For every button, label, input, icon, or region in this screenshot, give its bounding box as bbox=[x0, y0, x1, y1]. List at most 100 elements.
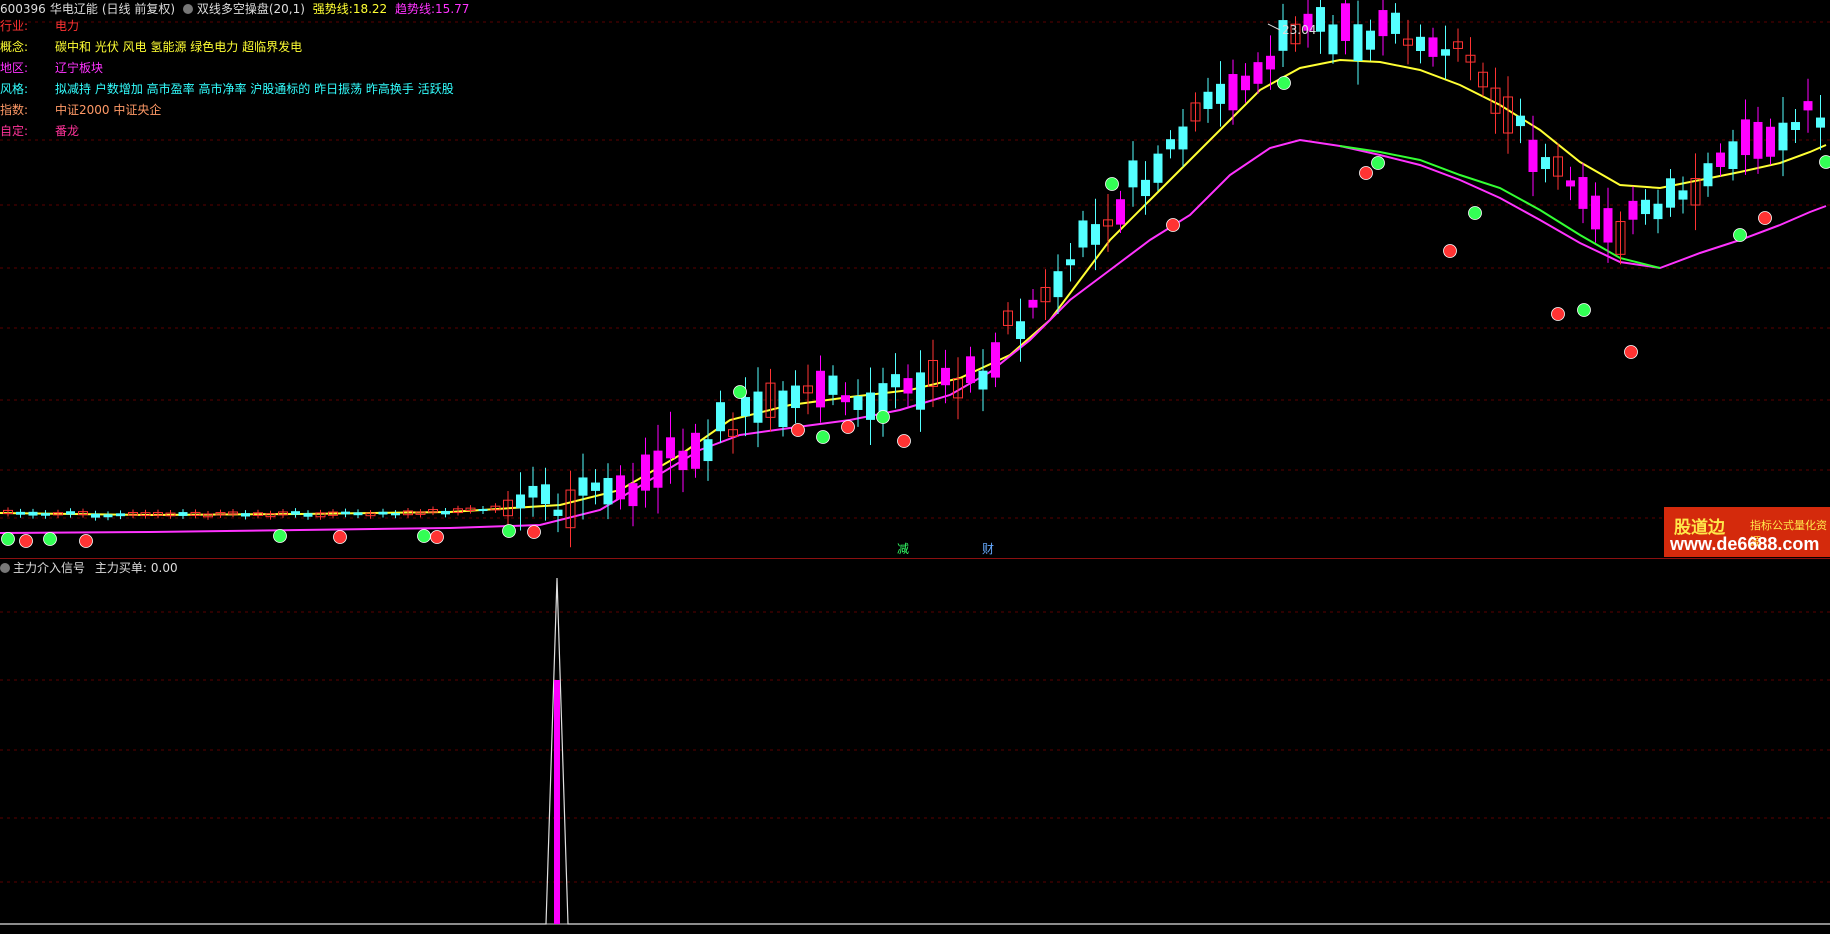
candlestick bbox=[341, 508, 350, 518]
candlestick bbox=[1190, 92, 1201, 132]
candlestick bbox=[616, 465, 625, 510]
candle-body bbox=[1666, 178, 1675, 208]
candle-body bbox=[616, 475, 625, 500]
indicator-toggle-icon[interactable] bbox=[182, 4, 193, 14]
candlestick bbox=[1791, 109, 1800, 144]
candle-body bbox=[1653, 203, 1663, 220]
peak-pointer bbox=[1267, 23, 1281, 31]
candle-body bbox=[866, 392, 875, 420]
event-marker: 财 bbox=[982, 542, 994, 556]
bull-signal-icon bbox=[19, 534, 33, 548]
candle-body bbox=[1091, 224, 1100, 245]
sub-indicator-toggle-icon[interactable] bbox=[0, 563, 10, 573]
moving-average-lines bbox=[0, 58, 1827, 534]
info-row: 地区: 辽宁板块 bbox=[0, 58, 103, 78]
candle-body bbox=[1253, 62, 1263, 84]
candle-body bbox=[853, 396, 863, 410]
candlestick bbox=[666, 411, 675, 484]
bear-signal-icon bbox=[417, 529, 431, 543]
candle-body bbox=[541, 484, 550, 505]
stock-code[interactable]: 600396 bbox=[0, 2, 46, 16]
signal-dot bbox=[1, 532, 15, 546]
main-price-chart[interactable]: 23.04 减 财 bbox=[0, 0, 1830, 934]
candle-body bbox=[16, 511, 25, 515]
candle-body bbox=[1716, 152, 1725, 168]
candlestick bbox=[1741, 99, 1750, 175]
candle-body bbox=[691, 432, 700, 469]
indicator-name[interactable]: 双线多空操盘(20,1) bbox=[197, 2, 305, 16]
candlestick bbox=[553, 493, 563, 533]
candle-body bbox=[103, 514, 113, 518]
candle-body bbox=[828, 375, 838, 395]
candlestick bbox=[1628, 186, 1638, 235]
stock-name[interactable]: 华电辽能 bbox=[50, 2, 98, 16]
signal-dot bbox=[1819, 155, 1830, 169]
info-row: 指数: 中证2000 中证央企 bbox=[0, 100, 161, 120]
sub-indicator-plot bbox=[0, 577, 1830, 925]
candlestick bbox=[28, 508, 38, 519]
info-row-label: 概念: bbox=[0, 40, 29, 54]
signal-dot bbox=[79, 534, 93, 548]
period-info: (日线 前复权) bbox=[101, 2, 176, 16]
candlestick bbox=[653, 424, 663, 514]
candle-body bbox=[1353, 24, 1363, 62]
signal-markers bbox=[1, 76, 1830, 548]
candle-body bbox=[28, 511, 38, 516]
candle-body bbox=[291, 511, 300, 515]
candle-body bbox=[1203, 91, 1213, 109]
signal-dot bbox=[816, 430, 830, 444]
candle-body bbox=[591, 482, 600, 491]
info-row-value[interactable]: 电力 bbox=[55, 19, 79, 33]
candle-body bbox=[1028, 299, 1038, 308]
signal-dot bbox=[19, 534, 33, 548]
candlestick bbox=[1366, 19, 1375, 61]
panel-divider[interactable] bbox=[0, 558, 1830, 559]
candlestick bbox=[1153, 145, 1163, 192]
sub-panel-title[interactable]: 主力介入信号 bbox=[13, 561, 85, 575]
candle-body bbox=[1366, 30, 1375, 50]
candle-body bbox=[1728, 141, 1738, 169]
info-row-value[interactable]: 辽宁板块 bbox=[55, 61, 103, 75]
info-row-value[interactable]: 碳中和 光伏 风电 氢能源 绿色电力 超临界发电 bbox=[55, 40, 302, 54]
candle-body bbox=[753, 391, 763, 423]
candlestick bbox=[1416, 24, 1425, 64]
candlestick bbox=[1391, 3, 1400, 44]
candlestick bbox=[978, 349, 988, 412]
candle-body bbox=[1266, 55, 1275, 70]
signal-dot bbox=[1359, 166, 1373, 180]
candle-body bbox=[1528, 139, 1538, 172]
info-row: 概念: 碳中和 光伏 风电 氢能源 绿色电力 超临界发电 bbox=[0, 37, 302, 57]
candle-body bbox=[378, 511, 388, 515]
candlestick bbox=[1066, 243, 1075, 282]
candle-body bbox=[1516, 115, 1525, 127]
candle-body bbox=[841, 395, 850, 403]
event-marker: 减 bbox=[897, 542, 909, 556]
info-row-value[interactable]: 番龙 bbox=[55, 124, 79, 138]
candlestick bbox=[1578, 162, 1588, 224]
candlestick bbox=[428, 506, 438, 516]
signal-dot bbox=[430, 530, 444, 544]
candlestick bbox=[1716, 143, 1725, 177]
candlestick bbox=[1541, 143, 1550, 183]
candlestick bbox=[1316, 0, 1325, 54]
candlestick bbox=[628, 462, 638, 527]
candle-body bbox=[516, 494, 525, 509]
info-row-value[interactable]: 拟减持 户数增加 高市盈率 高市净率 沪股通标的 昨日振荡 昨高换手 活跃股 bbox=[55, 82, 454, 96]
candlestick bbox=[716, 390, 725, 443]
candlestick bbox=[516, 472, 525, 531]
candlestick bbox=[1516, 98, 1525, 144]
candle-body bbox=[1603, 208, 1613, 243]
info-row-label: 行业: bbox=[0, 19, 29, 33]
candlestick bbox=[441, 507, 450, 518]
candlestick bbox=[1803, 78, 1813, 133]
candlestick bbox=[641, 437, 650, 508]
candlestick bbox=[991, 332, 1000, 388]
candlestick bbox=[178, 509, 188, 519]
candle-body bbox=[1791, 122, 1800, 131]
candlestick bbox=[803, 364, 813, 415]
candle-body bbox=[1053, 271, 1063, 298]
candlestick bbox=[1128, 141, 1138, 207]
candle-body bbox=[641, 454, 650, 491]
candlestick bbox=[591, 469, 600, 505]
info-row-value[interactable]: 中证2000 中证央企 bbox=[55, 103, 161, 117]
